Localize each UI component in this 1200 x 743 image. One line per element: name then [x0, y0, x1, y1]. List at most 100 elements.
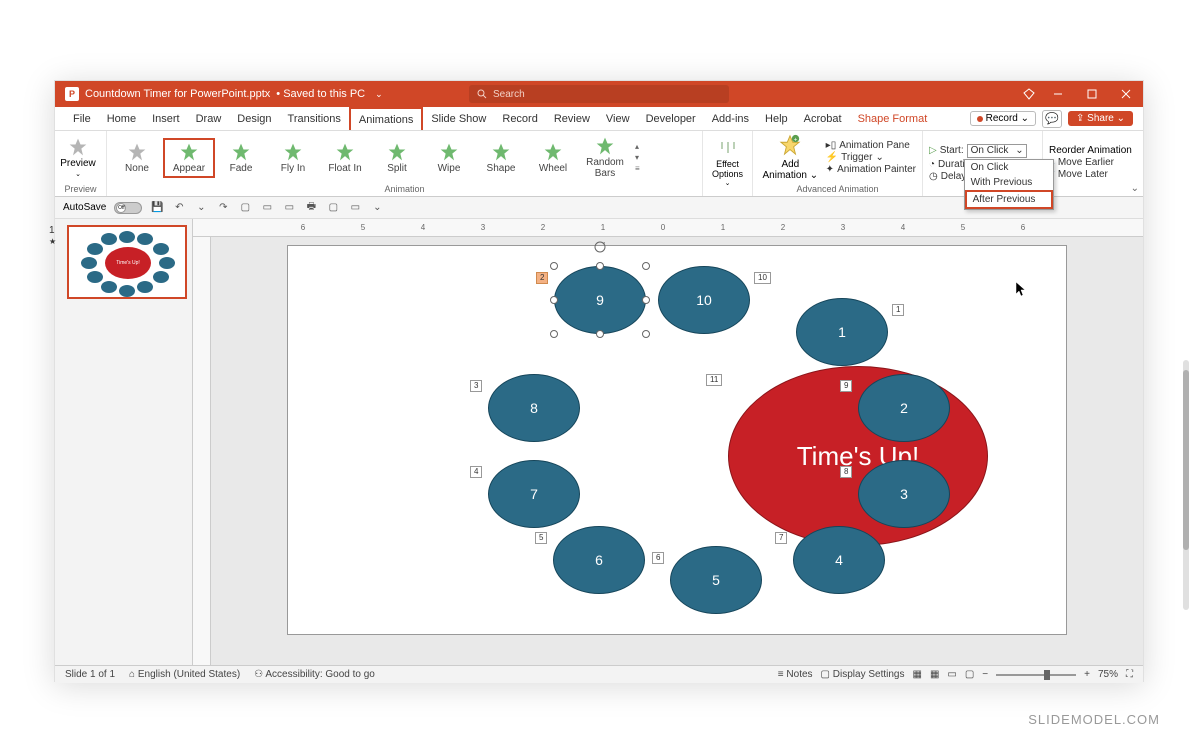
tab-design[interactable]: Design [229, 107, 279, 130]
close-button[interactable] [1109, 81, 1143, 107]
add-animation-button[interactable]: + Add Animation ⌄ [759, 134, 822, 181]
save-icon[interactable]: 💾 [150, 201, 164, 215]
tab-draw[interactable]: Draw [188, 107, 230, 130]
anim-tag-2[interactable]: 2 [536, 272, 548, 284]
accessibility-status[interactable]: ⚇ Accessibility: Good to go [254, 669, 375, 680]
selection-handle[interactable] [550, 296, 558, 304]
tab-animations[interactable]: Animations [349, 107, 423, 130]
start-option-after-previous[interactable]: After Previous [965, 190, 1053, 209]
start-option-with-previous[interactable]: With Previous [965, 175, 1053, 190]
anim-tag-8[interactable]: 8 [840, 466, 852, 478]
ribbon-expand-icon[interactable]: ⌄ [1131, 183, 1139, 194]
saved-dropdown-icon[interactable]: ⌄ [375, 89, 383, 100]
countdown-ellipse-9[interactable]: 9 [554, 266, 646, 334]
countdown-ellipse-6[interactable]: 6 [553, 526, 645, 594]
animation-random-bars[interactable]: Random Bars [579, 134, 631, 181]
autosave-toggle[interactable]: Off [114, 202, 142, 214]
animation-float-in[interactable]: Float In [319, 140, 371, 176]
animation-none[interactable]: None [111, 140, 163, 176]
animation-appear[interactable]: Appear [163, 138, 215, 178]
normal-view-icon[interactable]: ▦ [912, 669, 921, 680]
countdown-ellipse-1[interactable]: 1 [796, 298, 888, 366]
premium-icon[interactable] [1023, 88, 1035, 100]
countdown-ellipse-5[interactable]: 5 [670, 546, 762, 614]
countdown-ellipse-3[interactable]: 3 [858, 460, 950, 528]
anim-tag-1[interactable]: 1 [892, 304, 904, 316]
move-earlier-button[interactable]: ˄ Move Earlier [1049, 157, 1132, 168]
reading-view-icon[interactable]: ▭ [947, 669, 956, 680]
anim-tag-center[interactable]: 11 [706, 374, 722, 386]
anim-tag-4[interactable]: 4 [470, 466, 482, 478]
tab-developer[interactable]: Developer [638, 107, 704, 130]
trigger-button[interactable]: ⚡ Trigger ⌄ [826, 152, 916, 163]
tab-review[interactable]: Review [546, 107, 598, 130]
qat-icon-5[interactable]: ▭ [282, 201, 296, 215]
animation-shape[interactable]: Shape [475, 140, 527, 176]
tab-acrobat[interactable]: Acrobat [796, 107, 850, 130]
redo-icon[interactable]: ↷ [216, 201, 230, 215]
record-button[interactable]: Record ⌄ [970, 111, 1036, 126]
selection-handle[interactable] [550, 330, 558, 338]
animation-pane-button[interactable]: ▸▯ Animation Pane [826, 140, 916, 151]
effect-options-button[interactable]: Effect Options⌄ [703, 139, 752, 187]
selection-handle[interactable] [642, 330, 650, 338]
qat-customize-icon[interactable]: ⌄ [370, 201, 384, 215]
countdown-ellipse-8[interactable]: 8 [488, 374, 580, 442]
tab-help[interactable]: Help [757, 107, 796, 130]
animation-split[interactable]: Split [371, 140, 423, 176]
tab-view[interactable]: View [598, 107, 638, 130]
display-settings-button[interactable]: ▢ Display Settings [821, 669, 905, 680]
tab-record[interactable]: Record [494, 107, 545, 130]
touch-mode-icon[interactable]: ▭ [260, 201, 274, 215]
share-button[interactable]: ⇪ Share ⌄ [1068, 111, 1133, 126]
selection-handle[interactable] [642, 296, 650, 304]
countdown-ellipse-7[interactable]: 7 [488, 460, 580, 528]
start-option-on-click[interactable]: On Click [965, 160, 1053, 175]
center-ellipse[interactable]: Time's Up! [728, 366, 988, 546]
anim-tag-10[interactable]: 10 [754, 272, 771, 284]
anim-tag-3[interactable]: 3 [470, 380, 482, 392]
undo-icon[interactable]: ↶ [172, 201, 186, 215]
anim-tag-5[interactable]: 5 [535, 532, 547, 544]
zoom-out-icon[interactable]: − [982, 669, 988, 680]
maximize-button[interactable] [1075, 81, 1109, 107]
preview-button[interactable]: Preview⌄ [55, 133, 101, 182]
countdown-ellipse-2[interactable]: 2 [858, 374, 950, 442]
slide-canvas[interactable]: Time's Up! 11 1010112938475665748392 [287, 245, 1067, 635]
search-input[interactable]: Search [469, 85, 729, 103]
qat-icon-7[interactable]: ▢ [326, 201, 340, 215]
selection-handle[interactable] [596, 330, 604, 338]
undo-dropdown-icon[interactable]: ⌄ [194, 201, 208, 215]
sorter-view-icon[interactable]: ▦ [930, 669, 939, 680]
tab-transitions[interactable]: Transitions [280, 107, 349, 130]
tab-add-ins[interactable]: Add-ins [704, 107, 757, 130]
selection-handle[interactable] [642, 262, 650, 270]
tab-shape-format[interactable]: Shape Format [850, 107, 936, 130]
animation-gallery-more[interactable]: ▴▾≡ [631, 142, 644, 173]
start-dropdown[interactable]: On Click⌄ On ClickWith PreviousAfter Pre… [967, 144, 1027, 158]
animation-wipe[interactable]: Wipe [423, 140, 475, 176]
slide-thumbnail[interactable]: Time's Up! [67, 225, 187, 299]
minimize-button[interactable] [1041, 81, 1075, 107]
animation-fly-in[interactable]: Fly In [267, 140, 319, 176]
animation-painter-button[interactable]: ✦ Animation Painter [826, 164, 916, 175]
selection-handle[interactable] [596, 262, 604, 270]
tab-slide-show[interactable]: Slide Show [423, 107, 494, 130]
zoom-percent[interactable]: 75% [1098, 669, 1118, 680]
move-later-button[interactable]: ˅ Move Later [1049, 169, 1132, 180]
tab-home[interactable]: Home [99, 107, 144, 130]
countdown-ellipse-4[interactable]: 4 [793, 526, 885, 594]
tab-insert[interactable]: Insert [144, 107, 188, 130]
animation-fade[interactable]: Fade [215, 140, 267, 176]
fit-to-window-icon[interactable]: ⛶ [1126, 669, 1133, 680]
anim-tag-9[interactable]: 9 [840, 380, 852, 392]
qat-icon-8[interactable]: ▭ [348, 201, 362, 215]
from-beginning-icon[interactable]: ▢ [238, 201, 252, 215]
zoom-slider[interactable] [996, 674, 1076, 676]
anim-tag-7[interactable]: 7 [775, 532, 787, 544]
qat-icon-6[interactable]: 🖶 [304, 201, 318, 215]
language-indicator[interactable]: ⌂ English (United States) [129, 669, 240, 680]
tab-file[interactable]: File [65, 107, 99, 130]
animation-wheel[interactable]: Wheel [527, 140, 579, 176]
vertical-scrollbar[interactable] [1180, 360, 1192, 610]
